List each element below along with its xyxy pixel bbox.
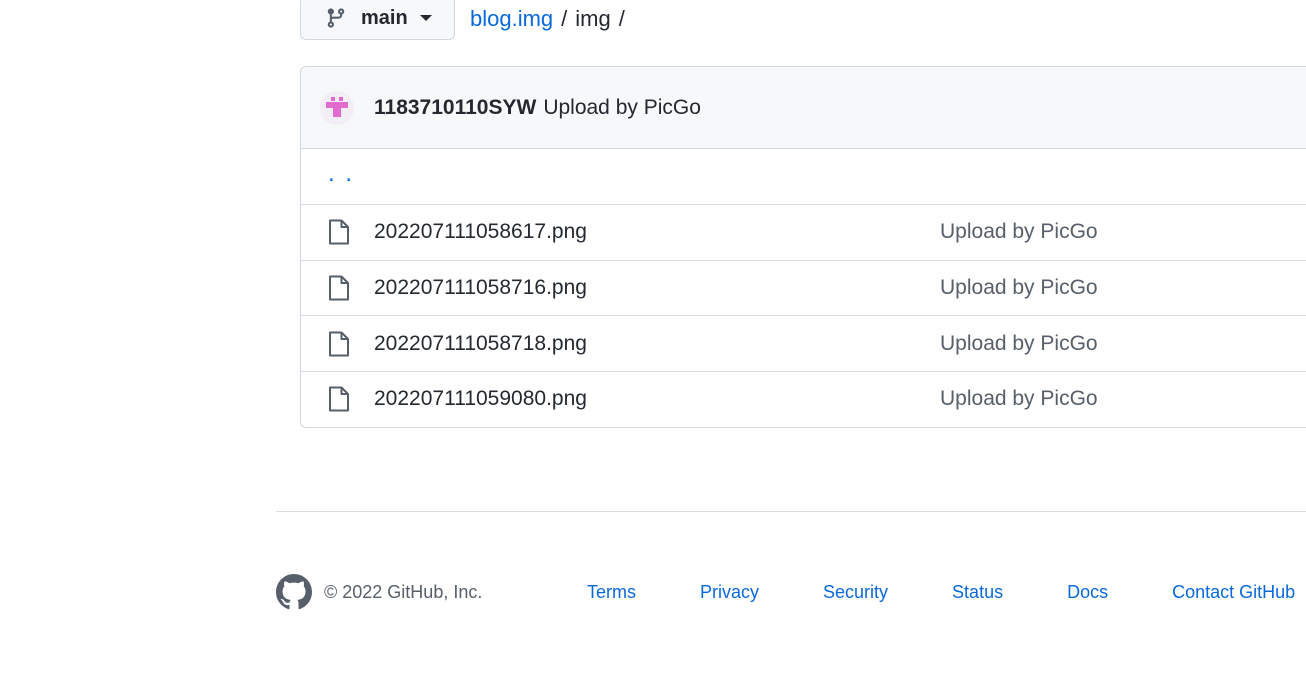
file-name[interactable]: 202207111058718.png xyxy=(374,332,940,356)
breadcrumb-separator: / xyxy=(561,6,568,31)
footer: © 2022 GitHub, Inc. Terms Privacy Securi… xyxy=(276,574,1306,610)
file-commit-message[interactable]: Upload by PicGo xyxy=(940,276,1098,300)
breadcrumb-repo-link[interactable]: blog.img xyxy=(470,6,553,32)
github-logo-icon[interactable] xyxy=(276,574,312,610)
author-avatar[interactable] xyxy=(320,90,354,125)
file-row[interactable]: 202207111058718.png Upload by PicGo xyxy=(301,315,1306,371)
file-icon xyxy=(329,386,349,412)
file-row[interactable]: 202207111059080.png Upload by PicGo xyxy=(301,371,1306,427)
branch-select-button[interactable]: main xyxy=(300,0,455,40)
footer-link-contact[interactable]: Contact GitHub xyxy=(1172,582,1295,603)
triangle-down-icon xyxy=(419,15,432,21)
parent-directory-link[interactable]: . . xyxy=(328,161,354,186)
latest-commit-header: 1183710110SYW Upload by PicGo xyxy=(301,67,1306,149)
file-name[interactable]: 202207111058617.png xyxy=(374,220,940,244)
footer-link-status[interactable]: Status xyxy=(952,582,1003,603)
footer-link-privacy[interactable]: Privacy xyxy=(700,582,759,603)
footer-link-docs[interactable]: Docs xyxy=(1067,582,1108,603)
file-row[interactable]: 202207111058617.png Upload by PicGo xyxy=(301,204,1306,260)
copyright-text: © 2022 GitHub, Inc. xyxy=(324,581,483,602)
commit-author[interactable]: 1183710110SYW xyxy=(374,96,536,120)
file-name[interactable]: 202207111059080.png xyxy=(374,387,940,411)
breadcrumb-trailing-separator: / xyxy=(618,6,625,31)
footer-link-terms[interactable]: Terms xyxy=(587,582,636,603)
file-icon xyxy=(329,275,349,301)
git-branch-icon xyxy=(327,8,345,28)
file-row[interactable]: 202207111058716.png Upload by PicGo xyxy=(301,259,1306,316)
file-icon xyxy=(329,219,349,245)
file-icon xyxy=(329,331,349,357)
file-name[interactable]: 202207111058716.png xyxy=(374,276,940,300)
footer-link-security[interactable]: Security xyxy=(823,582,888,603)
file-commit-message[interactable]: Upload by PicGo xyxy=(940,332,1098,356)
commit-message[interactable]: Upload by PicGo xyxy=(543,96,701,120)
file-commit-message[interactable]: Upload by PicGo xyxy=(940,387,1098,411)
file-commit-message[interactable]: Upload by PicGo xyxy=(940,220,1098,244)
branch-name: main xyxy=(361,6,408,29)
parent-directory-row[interactable]: . . xyxy=(301,149,1306,204)
file-list: 1183710110SYW Upload by PicGo . . 202207… xyxy=(300,66,1306,428)
breadcrumb: blog.img / img / xyxy=(470,6,633,32)
footer-divider xyxy=(276,511,1306,512)
breadcrumb-folder: img xyxy=(575,6,611,31)
